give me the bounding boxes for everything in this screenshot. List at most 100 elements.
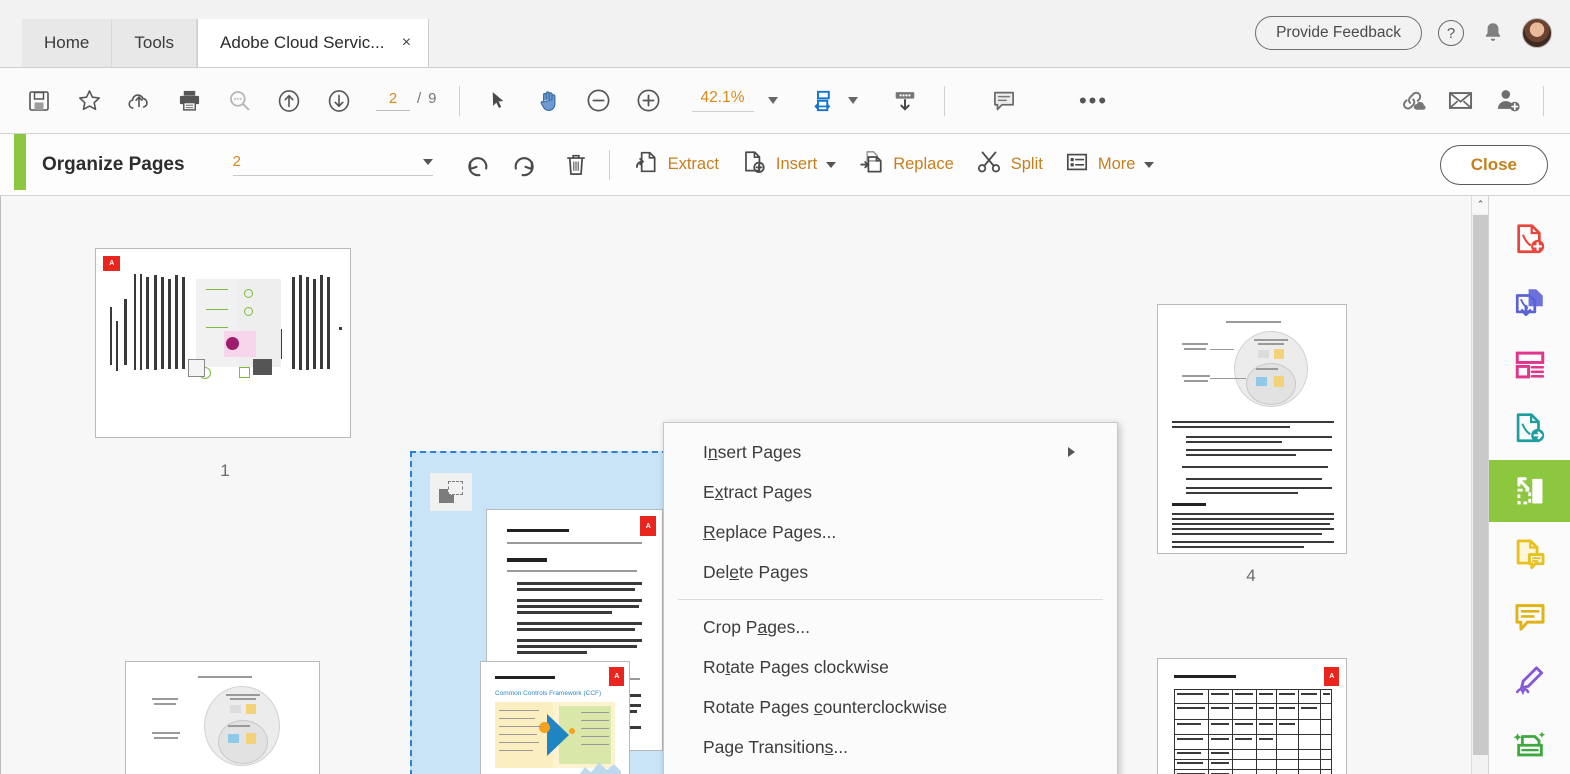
split-pages-icon: [976, 149, 1002, 180]
fill-and-sign-tool[interactable]: [1489, 648, 1570, 711]
scroll-up-icon[interactable]: ⌃: [1472, 196, 1489, 213]
page-4-preview: [1157, 304, 1347, 554]
cloud-upload-icon[interactable]: [116, 78, 162, 124]
scroll-mode-icon[interactable]: [882, 78, 928, 124]
save-icon[interactable]: [16, 78, 62, 124]
thumbnail-page-5[interactable]: [100, 651, 350, 774]
provide-feedback-button[interactable]: Provide Feedback: [1255, 16, 1422, 50]
share-link-icon[interactable]: [1389, 78, 1435, 124]
close-icon[interactable]: ×: [398, 35, 414, 51]
next-page-icon[interactable]: [316, 78, 362, 124]
acrobat-window: Home Tools Adobe Cloud Servic... × Provi…: [0, 0, 1570, 774]
zoom-level-value[interactable]: 42.1%: [691, 89, 754, 112]
previous-page-icon[interactable]: [266, 78, 312, 124]
tab-home[interactable]: Home: [22, 19, 113, 67]
menu-separator-1: [678, 599, 1103, 600]
insert-pages-icon: [741, 149, 767, 180]
comment-tool[interactable]: [1489, 585, 1570, 648]
menu-item-label: Insert Pages: [703, 441, 802, 462]
zoom-in-icon[interactable]: [626, 78, 672, 124]
page-range-select[interactable]: 2: [232, 153, 433, 176]
organize-accent-bar: [14, 134, 26, 190]
menu-item-rotate-clockwise[interactable]: Rotate Pages clockwise: [664, 647, 1117, 687]
split-pages-label: Split: [1010, 155, 1043, 173]
menu-item-insert-pages[interactable]: Insert Pages: [664, 432, 1117, 472]
add-person-icon[interactable]: [1485, 78, 1531, 124]
chevron-down-icon[interactable]: [1144, 161, 1155, 168]
tab-tools[interactable]: Tools: [112, 19, 198, 67]
menu-item-label: Rotate Pages counterclockwise: [703, 696, 948, 717]
notification-bell-icon[interactable]: [1480, 20, 1506, 46]
chevron-down-icon[interactable]: [826, 161, 837, 168]
toolbar-divider-2: [943, 85, 945, 116]
toolbar-divider-3: [1543, 85, 1544, 116]
trash-icon[interactable]: [553, 142, 599, 188]
organize-pages-tool[interactable]: [1488, 459, 1570, 523]
page-context-menu[interactable]: Insert Pages Extract Pages Replace Pages…: [663, 422, 1118, 774]
scan-ocr-tool[interactable]: [1489, 711, 1570, 774]
fit-page-width-icon[interactable]: [802, 78, 848, 124]
close-organize-button[interactable]: Close: [1439, 144, 1548, 185]
combine-files-tool[interactable]: [1489, 271, 1570, 334]
menu-item-delete-pages[interactable]: Delete Pages: [664, 552, 1117, 592]
extract-pages-button[interactable]: Extract: [622, 142, 730, 188]
adobe-pdf-badge: A: [640, 516, 656, 536]
page-number-field[interactable]: 2 / 9: [376, 90, 437, 111]
star-icon[interactable]: [66, 78, 112, 124]
scrollbar-thumb[interactable]: [1473, 215, 1488, 755]
undo-rotate-icon[interactable]: [455, 142, 501, 188]
cursor-select-icon[interactable]: [476, 78, 522, 124]
menu-item-label: Replace Pages...: [703, 521, 837, 542]
toolbar-left-group: 2 / 9 42.1% •••: [0, 78, 1117, 124]
insert-pages-button[interactable]: Insert: [730, 142, 847, 188]
replace-pages-button[interactable]: Replace: [847, 142, 965, 188]
fit-width-chevron-icon[interactable]: [847, 97, 858, 104]
comment-icon[interactable]: [981, 78, 1027, 124]
page-1-preview: A: [95, 248, 351, 438]
tab-document[interactable]: Adobe Cloud Servic... ×: [197, 19, 430, 67]
page-separator: /: [417, 90, 422, 107]
menu-item-replace-pages[interactable]: Replace Pages...: [664, 512, 1117, 552]
thumbnail-page-1[interactable]: A 1: [70, 231, 380, 601]
vertical-scrollbar[interactable]: ⌃: [1471, 196, 1489, 774]
menu-item-crop-pages[interactable]: Crop Pages...: [664, 607, 1117, 647]
help-icon[interactable]: ?: [1438, 20, 1464, 46]
toolbar-divider-1: [458, 85, 460, 116]
menu-item-page-transitions[interactable]: Page Transitions...: [664, 727, 1117, 767]
hand-tool-icon[interactable]: [526, 78, 572, 124]
tab-list: Home Tools Adobe Cloud Servic... ×: [0, 0, 430, 67]
chevron-down-icon[interactable]: [422, 158, 433, 165]
zoom-level-select[interactable]: 42.1%: [691, 89, 778, 112]
menu-item-extract-pages[interactable]: Extract Pages: [664, 472, 1117, 512]
page-selection-badge: [430, 473, 472, 511]
titlebar-actions: Provide Feedback ?: [1255, 0, 1570, 67]
more-pages-button[interactable]: More: [1054, 142, 1166, 188]
page-4-number: 4: [1246, 566, 1256, 585]
tools-rail: [1488, 196, 1570, 774]
split-pages-button[interactable]: Split: [965, 142, 1054, 188]
search-icon[interactable]: [216, 78, 262, 124]
more-pages-label: More: [1097, 155, 1136, 173]
chevron-down-icon[interactable]: [767, 97, 778, 104]
page-1-number: 1: [220, 461, 230, 480]
organize-pages-title: Organize Pages: [42, 153, 185, 175]
edit-pdf-tool[interactable]: [1489, 334, 1570, 397]
thumbnail-page-8[interactable]: A: [1135, 646, 1385, 774]
comment-pages-tool[interactable]: [1489, 522, 1570, 585]
more-options-icon: [1065, 150, 1089, 179]
more-options-icon[interactable]: •••: [1071, 78, 1117, 124]
thumbnail-page-4[interactable]: 4: [1135, 286, 1385, 606]
current-page-value[interactable]: 2: [376, 90, 410, 111]
create-pdf-tool[interactable]: [1489, 208, 1570, 271]
user-avatar[interactable]: [1522, 18, 1552, 48]
export-pdf-tool[interactable]: [1489, 397, 1570, 460]
zoom-out-icon[interactable]: [576, 78, 622, 124]
menu-item-rotate-counterclockwise[interactable]: Rotate Pages counterclockwise: [664, 687, 1117, 727]
email-icon[interactable]: [1437, 78, 1483, 124]
ccf-heading: Common Controls Framework (CCF): [495, 690, 602, 697]
redo-rotate-icon[interactable]: [501, 142, 547, 188]
menu-item-label: Page Transitions...: [703, 736, 848, 757]
print-icon[interactable]: [166, 78, 212, 124]
page-6-preview: A Common Controls Framework (CCF): [480, 661, 630, 774]
page-range-value: 2: [232, 153, 241, 170]
